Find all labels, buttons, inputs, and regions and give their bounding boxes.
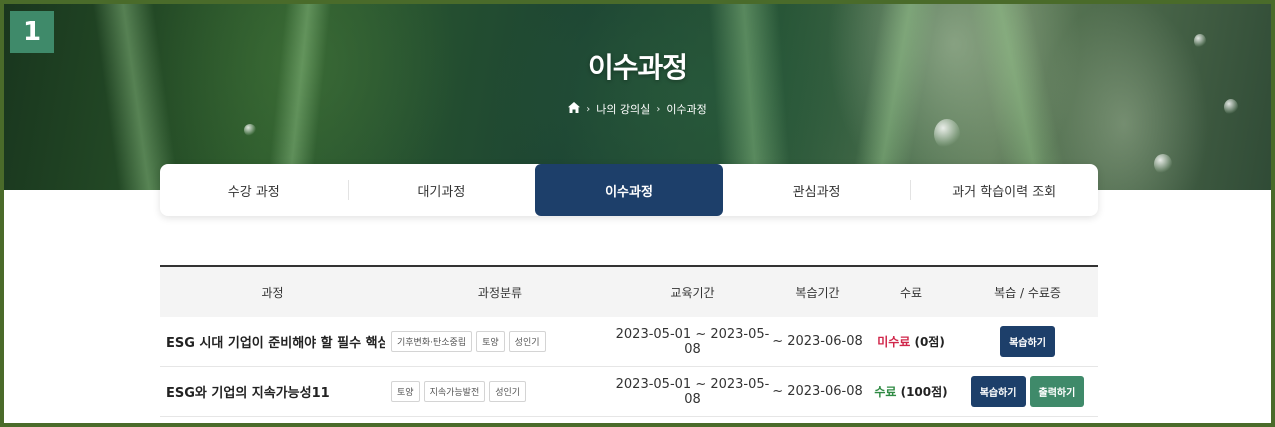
status-score: (0점): [914, 335, 945, 349]
page-frame: 1 이수과정 › 나의 강의실 › 이수과정 수강 과정 대기과정 이수과정 관…: [0, 0, 1275, 427]
status-score: (100점): [900, 385, 948, 399]
completion-status: 미수료 (0점): [865, 333, 957, 350]
step-badge: 1: [10, 11, 54, 53]
water-drop: [1154, 154, 1172, 174]
row-actions: 복습하기: [957, 326, 1098, 357]
home-icon[interactable]: [568, 102, 581, 116]
status-label: 수료: [874, 385, 897, 399]
header-course: 과정: [261, 285, 284, 300]
row-actions: 복습하기 출력하기: [957, 376, 1098, 407]
review-period: ~ 2023-06-08: [772, 384, 863, 399]
review-button[interactable]: 복습하기: [970, 376, 1026, 407]
header-actions: 복습 / 수료증: [994, 285, 1061, 300]
table-header: 과정 과정분류 교육기간 복습기간 수료 복습 / 수료증: [160, 267, 1098, 317]
tab-waiting[interactable]: 대기과정: [347, 164, 536, 216]
education-period: 2023-05-01 ~ 2023-05-08: [615, 326, 770, 357]
grass-decoration: [90, 4, 184, 190]
completed-courses-table: 과정 과정분류 교육기간 복습기간 수료 복습 / 수료증 ESG 시대 기업이…: [160, 265, 1098, 417]
grass-decoration: [707, 4, 794, 190]
table-row: ESG와 기업의 지속가능성11 토양 지속가능발전 성인기 2023-05-0…: [160, 367, 1098, 417]
water-drop: [244, 124, 256, 136]
breadcrumb-item[interactable]: 나의 강의실: [596, 101, 650, 117]
education-period: 2023-05-01 ~ 2023-05-08: [615, 376, 770, 407]
category-tag: 지속가능발전: [423, 381, 486, 402]
tab-enrolled[interactable]: 수강 과정: [160, 164, 348, 216]
header-period: 교육기간: [670, 285, 715, 300]
category-tag: 토양: [476, 331, 505, 352]
category-tags: 기후변화·탄소중립 토양 성인기: [385, 331, 615, 352]
category-tag: 기후변화·탄소중립: [391, 331, 473, 352]
course-title[interactable]: ESG 시대 기업이 준비해야 할 필수 핵심 ...: [160, 332, 385, 351]
table-row: ESG 시대 기업이 준비해야 할 필수 핵심 ... 기후변화·탄소중립 토양…: [160, 317, 1098, 367]
print-certificate-button[interactable]: 출력하기: [1029, 376, 1085, 407]
review-period: ~ 2023-06-08: [772, 334, 863, 349]
grass-decoration: [844, 4, 941, 190]
chevron-right-icon: ›: [586, 103, 591, 115]
grass-decoration: [264, 4, 334, 190]
chevron-right-icon: ›: [656, 103, 661, 115]
completion-status: 수료 (100점): [865, 383, 957, 400]
hero-banner: 이수과정 › 나의 강의실 › 이수과정: [4, 4, 1271, 190]
header-category: 과정분류: [477, 285, 523, 300]
breadcrumb-item[interactable]: 이수과정: [666, 101, 706, 117]
course-tabs: 수강 과정 대기과정 이수과정 관심과정 과거 학습이력 조회: [160, 164, 1098, 216]
category-tag: 성인기: [508, 331, 546, 352]
status-label: 미수료: [877, 335, 911, 349]
header-review-period: 복습기간: [795, 285, 840, 300]
breadcrumb: › 나의 강의실 › 이수과정: [4, 101, 1271, 117]
tab-history[interactable]: 과거 학습이력 조회: [910, 164, 1098, 216]
water-drop: [934, 119, 960, 149]
header-completion: 수료: [899, 285, 923, 300]
course-title[interactable]: ESG와 기업의 지속가능성11: [160, 382, 385, 401]
tab-interest[interactable]: 관심과정: [723, 164, 911, 216]
review-button[interactable]: 복습하기: [1000, 326, 1055, 357]
grass-decoration: [964, 4, 1074, 190]
page-title: 이수과정: [587, 51, 688, 84]
category-tag: 성인기: [489, 381, 527, 402]
category-tag: 토양: [391, 381, 420, 402]
category-tags: 토양 지속가능발전 성인기: [385, 381, 615, 402]
tab-completed[interactable]: 이수과정: [535, 164, 723, 216]
